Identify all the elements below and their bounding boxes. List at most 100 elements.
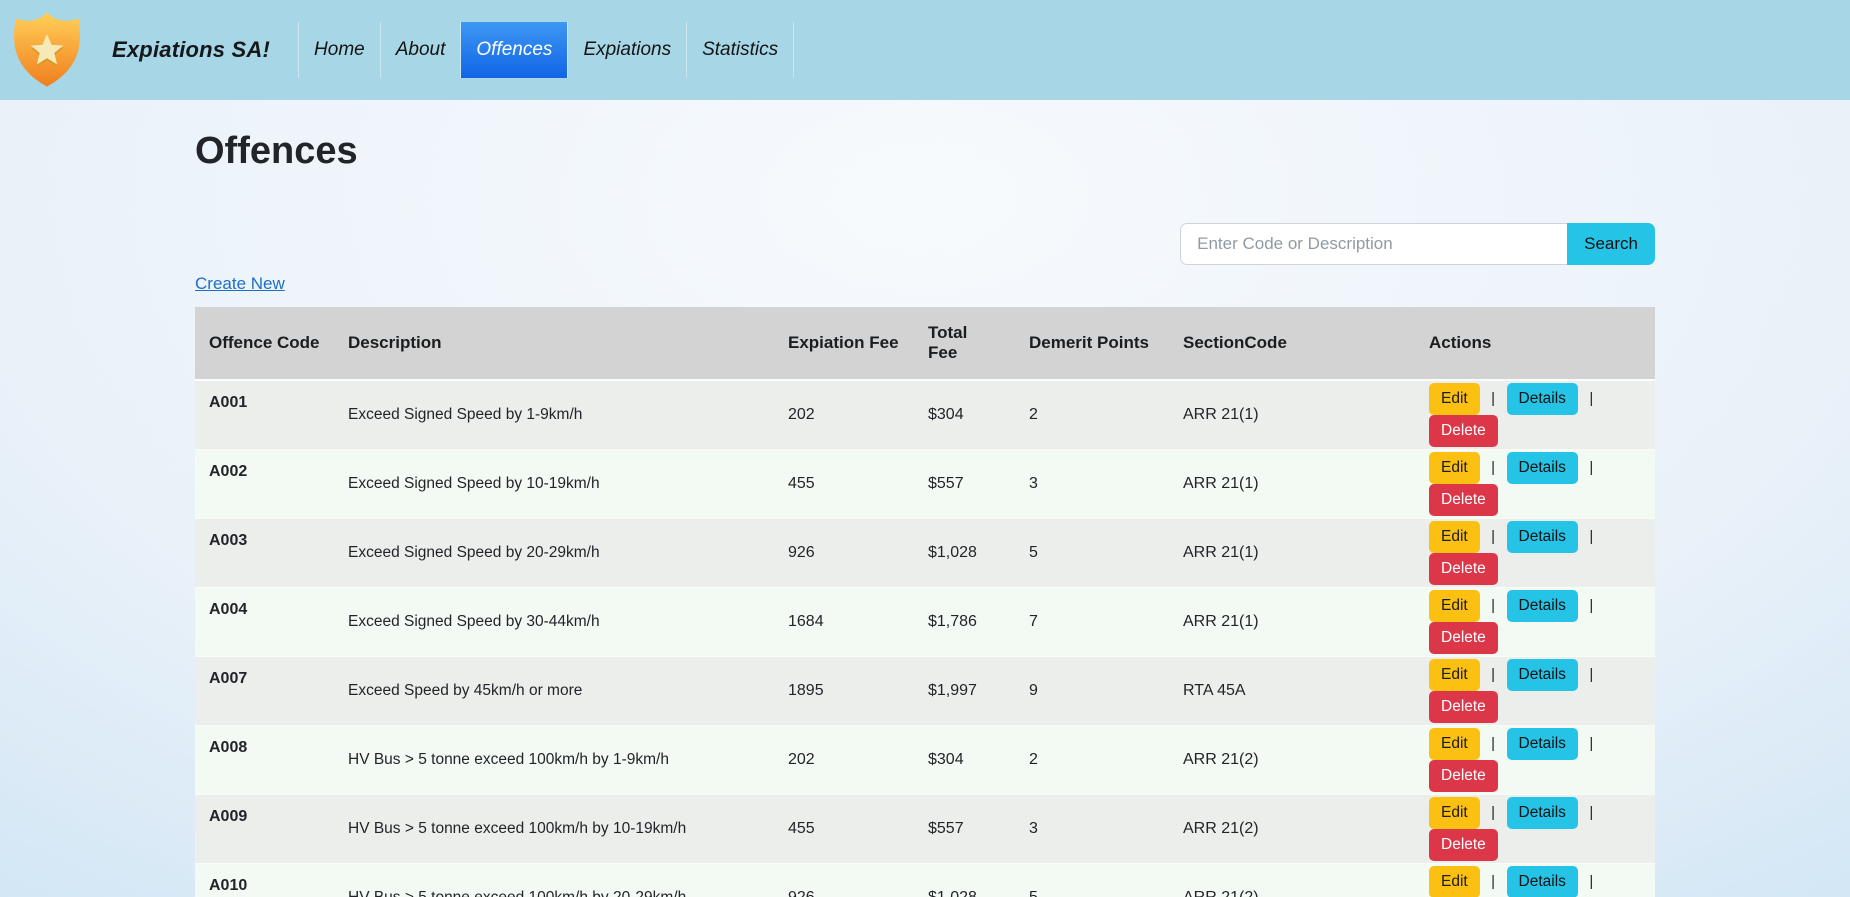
expiation-fee-cell: 202 (788, 750, 815, 768)
total-fee-cell: $304 (928, 750, 964, 768)
edit-button[interactable]: Edit (1429, 382, 1480, 415)
section-code-cell: ARR 21(1) (1183, 612, 1259, 630)
details-button[interactable]: Details (1506, 865, 1578, 897)
action-separator: | (1491, 527, 1496, 545)
action-separator: | (1491, 665, 1496, 683)
column-header-demerit-points: Demerit Points (1015, 307, 1169, 381)
search-input[interactable] (1180, 223, 1568, 265)
details-button[interactable]: Details (1506, 658, 1578, 691)
offence-code-cell: A004 (209, 600, 248, 618)
nav-item-expiations[interactable]: Expiations (567, 22, 686, 78)
details-button[interactable]: Details (1506, 796, 1578, 829)
total-fee-cell: $1,786 (928, 612, 977, 630)
offence-code-cell: A010 (209, 876, 248, 894)
action-separator: | (1589, 458, 1594, 476)
total-fee-cell: $304 (928, 405, 964, 423)
details-button[interactable]: Details (1506, 382, 1578, 415)
offence-code-cell: A001 (209, 394, 248, 411)
table-header-row: Offence Code Description Expiation Fee T… (195, 307, 1655, 381)
create-new-link[interactable]: Create New (195, 274, 285, 294)
table-row: A007 Exceed Speed by 45km/h or more 1895… (195, 656, 1655, 725)
demerit-points-cell: 9 (1029, 681, 1038, 699)
description-cell: HV Bus > 5 tonne exceed 100km/h by 1-9km… (348, 750, 669, 768)
details-button[interactable]: Details (1506, 451, 1578, 484)
action-separator: | (1491, 734, 1496, 752)
column-header-description: Description (334, 307, 774, 381)
page-title: Offences (195, 130, 358, 172)
description-cell: HV Bus > 5 tonne exceed 100km/h by 10-19… (348, 819, 687, 837)
delete-button[interactable]: Delete (1429, 552, 1498, 585)
total-fee-cell: $1,028 (914, 863, 1015, 897)
nav-item-about[interactable]: About (379, 22, 461, 78)
delete-button[interactable]: Delete (1429, 621, 1498, 654)
table-row: A008 HV Bus > 5 tonne exceed 100km/h by … (195, 725, 1655, 794)
badge-shield-star-icon (6, 6, 88, 94)
description-cell: Exceed Speed by 45km/h or more (348, 681, 583, 699)
total-fee-cell: $557 (928, 819, 964, 837)
demerit-points-cell: 5 (1015, 863, 1169, 897)
offence-code-cell: A008 (209, 738, 248, 756)
actions-cell: Edit | Details | Delete (1415, 587, 1655, 656)
offence-code-cell: A009 (209, 807, 248, 825)
brand-link[interactable]: Expiations SA! (112, 37, 270, 63)
details-button[interactable]: Details (1506, 727, 1578, 760)
action-separator: | (1589, 596, 1594, 614)
edit-button[interactable]: Edit (1429, 520, 1480, 553)
actions-cell: Edit | Details | Delete (1415, 518, 1655, 587)
table-row: A002 Exceed Signed Speed by 10-19km/h 45… (195, 449, 1655, 518)
expiation-fee-cell: 1684 (788, 612, 824, 630)
table-row: A001 Exceed Signed Speed by 1-9km/h 202 … (195, 380, 1655, 449)
section-code-cell: RTA 45A (1183, 681, 1246, 699)
main-content: Offences Search Create New Offence Code … (195, 130, 1655, 897)
delete-button[interactable]: Delete (1429, 414, 1498, 447)
total-fee-cell: $1,028 (928, 543, 977, 561)
actions-cell: Edit | Details | Delete (1415, 656, 1655, 725)
nav-item-statistics[interactable]: Statistics (686, 22, 795, 78)
description-cell: Exceed Signed Speed by 30-44km/h (348, 612, 600, 630)
delete-button[interactable]: Delete (1429, 483, 1498, 516)
offence-code-cell: A003 (209, 531, 248, 549)
delete-button[interactable]: Delete (1429, 690, 1498, 723)
edit-button[interactable]: Edit (1429, 658, 1480, 691)
action-separator: | (1491, 872, 1496, 890)
actions-cell: Edit | Details | Delete (1415, 794, 1655, 863)
navbar: Expiations SA! Home About Offences Expia… (0, 0, 1850, 100)
search-button[interactable]: Search (1567, 223, 1655, 265)
column-header-total-fee: Total Fee (914, 307, 1015, 381)
edit-button[interactable]: Edit (1429, 865, 1480, 897)
table-body: A001 Exceed Signed Speed by 1-9km/h 202 … (195, 380, 1655, 897)
nav-item-offences[interactable]: Offences (460, 22, 568, 78)
expiation-fee-cell: 455 (788, 474, 815, 492)
column-header-expiation-fee: Expiation Fee (774, 307, 914, 381)
section-code-cell: ARR 21(2) (1169, 863, 1415, 897)
table-row: A010 HV Bus > 5 tonne exceed 100km/h by … (195, 863, 1655, 897)
delete-button[interactable]: Delete (1429, 828, 1498, 861)
section-code-cell: ARR 21(2) (1183, 819, 1259, 837)
details-button[interactable]: Details (1506, 589, 1578, 622)
action-separator: | (1491, 803, 1496, 821)
search-bar: Search (195, 223, 1655, 265)
description-cell: HV Bus > 5 tonne exceed 100km/h by 20-29… (334, 863, 774, 897)
section-code-cell: ARR 21(1) (1183, 474, 1259, 492)
table-row: A004 Exceed Signed Speed by 30-44km/h 16… (195, 587, 1655, 656)
edit-button[interactable]: Edit (1429, 451, 1480, 484)
expiation-fee-cell: 1895 (788, 681, 824, 699)
details-button[interactable]: Details (1506, 520, 1578, 553)
actions-cell: Edit | Details | Delete (1415, 380, 1655, 449)
description-cell: Exceed Signed Speed by 20-29km/h (348, 543, 600, 561)
edit-button[interactable]: Edit (1429, 589, 1480, 622)
delete-button[interactable]: Delete (1429, 759, 1498, 792)
expiation-fee-cell: 926 (788, 543, 815, 561)
section-code-cell: ARR 21(1) (1183, 543, 1259, 561)
action-separator: | (1491, 389, 1496, 407)
action-separator: | (1491, 458, 1496, 476)
section-code-cell: ARR 21(1) (1183, 405, 1259, 423)
column-header-offence-code: Offence Code (195, 307, 334, 381)
edit-button[interactable]: Edit (1429, 727, 1480, 760)
offence-code-cell: A007 (209, 669, 248, 687)
action-separator: | (1589, 665, 1594, 683)
nav-item-home[interactable]: Home (298, 22, 380, 78)
column-header-section-code: SectionCode (1169, 307, 1415, 381)
action-separator: | (1589, 872, 1594, 890)
edit-button[interactable]: Edit (1429, 796, 1480, 829)
